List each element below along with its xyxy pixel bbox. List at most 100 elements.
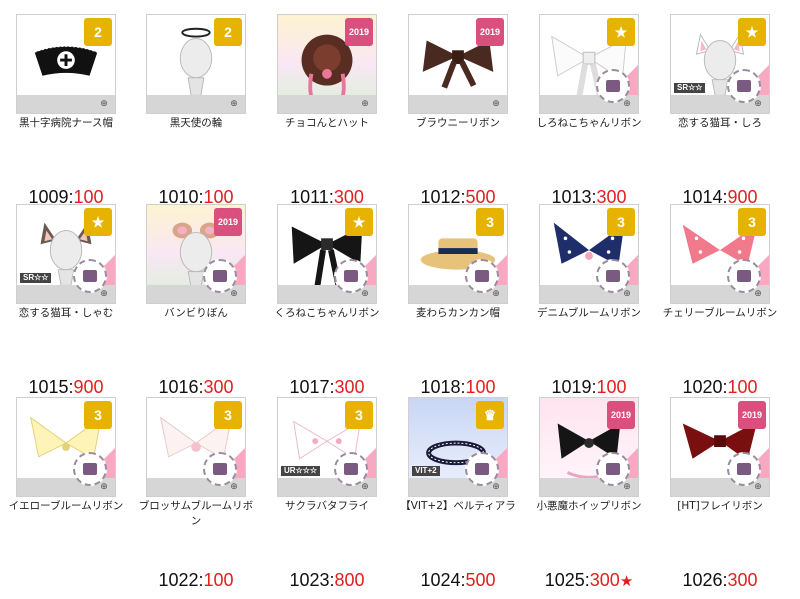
- item-name: 恋する猫耳・しゃむ: [18, 307, 114, 319]
- grade-badge-icon: ★: [607, 18, 635, 46]
- item-id-price: 1016:300: [132, 377, 260, 398]
- item-id-price: 1026:300: [656, 570, 784, 591]
- item-thumbnail[interactable]: 3 UR☆☆☆ ⊕: [277, 397, 377, 497]
- zoom-icon[interactable]: ⊕: [97, 481, 111, 493]
- rarity-rank-label: SR☆☆: [674, 83, 706, 93]
- item-price: 100: [203, 570, 234, 590]
- item-price: 300: [589, 570, 620, 590]
- zoom-icon[interactable]: ⊕: [358, 98, 372, 110]
- item-thumbnail[interactable]: 3 ⊕: [539, 204, 639, 304]
- item-thumbnail[interactable]: ★ ⊕: [539, 14, 639, 114]
- item-id-price: 1023:800: [263, 570, 391, 591]
- grade-badge-icon: ★: [738, 18, 766, 46]
- grade-badge-icon: 3: [738, 208, 766, 236]
- grade-badge-icon: ★: [345, 208, 373, 236]
- item-thumbnail[interactable]: 3 ⊕: [670, 204, 770, 304]
- item-id: 1022: [158, 570, 199, 590]
- zoom-icon[interactable]: ⊕: [489, 288, 503, 300]
- item-thumbnail[interactable]: 2019 ⊕: [408, 14, 508, 114]
- item-name: しろねこちゃんリボン: [536, 117, 642, 129]
- zoom-icon[interactable]: ⊕: [751, 481, 765, 493]
- item-thumbnail[interactable]: 3 ⊕: [16, 397, 116, 497]
- item-name: [HT]フレイリボン: [677, 500, 763, 512]
- item-id-price: 1020:100: [656, 377, 784, 398]
- item-price: 100: [465, 377, 496, 397]
- zoom-icon[interactable]: ⊕: [227, 98, 241, 110]
- item-name: 【VIT+2】ベルティアラ: [400, 500, 516, 512]
- item-price: 100: [596, 377, 627, 397]
- item-thumbnail[interactable]: 2019 ⊕: [539, 397, 639, 497]
- item-name: 麦わらカンカン帽: [416, 307, 500, 319]
- item-name: デニムブルームリボン: [536, 307, 642, 319]
- item-name: チェリーブルームリボン: [662, 307, 778, 319]
- item-thumbnail[interactable]: ★ SR☆☆ ⊕: [16, 204, 116, 304]
- item-thumbnail[interactable]: 3 ⊕: [146, 397, 246, 497]
- item-name: ブラウニーリボン: [416, 117, 500, 129]
- item-thumbnail[interactable]: 2 ⊕: [16, 14, 116, 114]
- grade-badge-icon: 2019: [214, 208, 242, 236]
- item-id-price: 1019:100: [525, 377, 653, 398]
- item-price: 300: [727, 570, 758, 590]
- item-id: 1015: [28, 377, 69, 397]
- item-id-price: 1024:500: [394, 570, 522, 591]
- zoom-icon[interactable]: ⊕: [489, 481, 503, 493]
- zoom-icon[interactable]: ⊕: [751, 98, 765, 110]
- grade-badge-icon: 2019: [345, 18, 373, 46]
- zoom-icon[interactable]: ⊕: [97, 288, 111, 300]
- grade-badge-icon: 2019: [738, 401, 766, 429]
- zoom-icon[interactable]: ⊕: [620, 481, 634, 493]
- grade-badge-icon: 2: [84, 18, 112, 46]
- zoom-icon[interactable]: ⊕: [227, 481, 241, 493]
- zoom-icon[interactable]: ⊕: [358, 288, 372, 300]
- item-id-price: 1022:100: [132, 570, 260, 591]
- zoom-icon[interactable]: ⊕: [358, 481, 372, 493]
- item-id: 1017: [289, 377, 330, 397]
- item-name: 小悪魔ホイップリボン: [536, 500, 642, 512]
- item-id-price: 1025:300★: [525, 570, 653, 591]
- item-name: くろねこちゃんリボン: [274, 307, 380, 319]
- item-id-price: 1017:300: [263, 377, 391, 398]
- item-id: 1018: [420, 377, 461, 397]
- item-thumbnail[interactable]: 3 ⊕: [408, 204, 508, 304]
- item-thumbnail[interactable]: ♛ VIT+2 ⊕: [408, 397, 508, 497]
- item-id: 1016: [158, 377, 199, 397]
- grade-badge-icon: 3: [214, 401, 242, 429]
- rarity-rank-label: UR☆☆☆: [281, 466, 321, 476]
- item-thumbnail[interactable]: 2019 ⊕: [146, 204, 246, 304]
- zoom-icon[interactable]: ⊕: [620, 98, 634, 110]
- item-name: チョコんとハット: [285, 117, 369, 129]
- item-thumbnail[interactable]: 2 ⊕: [146, 14, 246, 114]
- item-price: 900: [73, 377, 104, 397]
- item-thumbnail[interactable]: 2019 ⊕: [670, 397, 770, 497]
- grade-badge-icon: 3: [84, 401, 112, 429]
- item-id: 1023: [289, 570, 330, 590]
- item-thumbnail[interactable]: ★ ⊕: [277, 204, 377, 304]
- grade-badge-icon: 2019: [607, 401, 635, 429]
- grade-badge-icon: 3: [476, 208, 504, 236]
- grade-badge-icon: ★: [84, 208, 112, 236]
- item-id: 1020: [682, 377, 723, 397]
- item-name: バンビりぼん: [164, 307, 228, 319]
- grade-badge-icon: ♛: [476, 401, 504, 429]
- item-price: 800: [334, 570, 365, 590]
- item-id: 1026: [682, 570, 723, 590]
- item-id: 1024: [420, 570, 461, 590]
- item-id: 1019: [551, 377, 592, 397]
- item-thumbnail[interactable]: ★ SR☆☆ ⊕: [670, 14, 770, 114]
- item-name: サクラバタフライ: [285, 500, 369, 512]
- item-grid: 2 ⊕ 黒十字病院ナース帽 1009:100 2 ⊕ 黒天使の輪 1010:100 2019 ⊕ チ…: [0, 0, 800, 599]
- rarity-rank-label: SR☆☆: [20, 273, 52, 283]
- item-name: 黒天使の輪: [169, 117, 223, 129]
- zoom-icon[interactable]: ⊕: [227, 288, 241, 300]
- zoom-icon[interactable]: ⊕: [97, 98, 111, 110]
- item-price: 300: [334, 377, 365, 397]
- zoom-icon[interactable]: ⊕: [620, 288, 634, 300]
- rarity-rank-label: VIT+2: [412, 466, 440, 476]
- item-thumbnail[interactable]: 2019 ⊕: [277, 14, 377, 114]
- star-icon: ★: [619, 573, 634, 590]
- item-name: ブロッサムブルームリボン: [138, 500, 254, 527]
- zoom-icon[interactable]: ⊕: [751, 288, 765, 300]
- item-name: イエローブルームリボン: [8, 500, 124, 512]
- zoom-icon[interactable]: ⊕: [489, 98, 503, 110]
- grade-badge-icon: 2019: [476, 18, 504, 46]
